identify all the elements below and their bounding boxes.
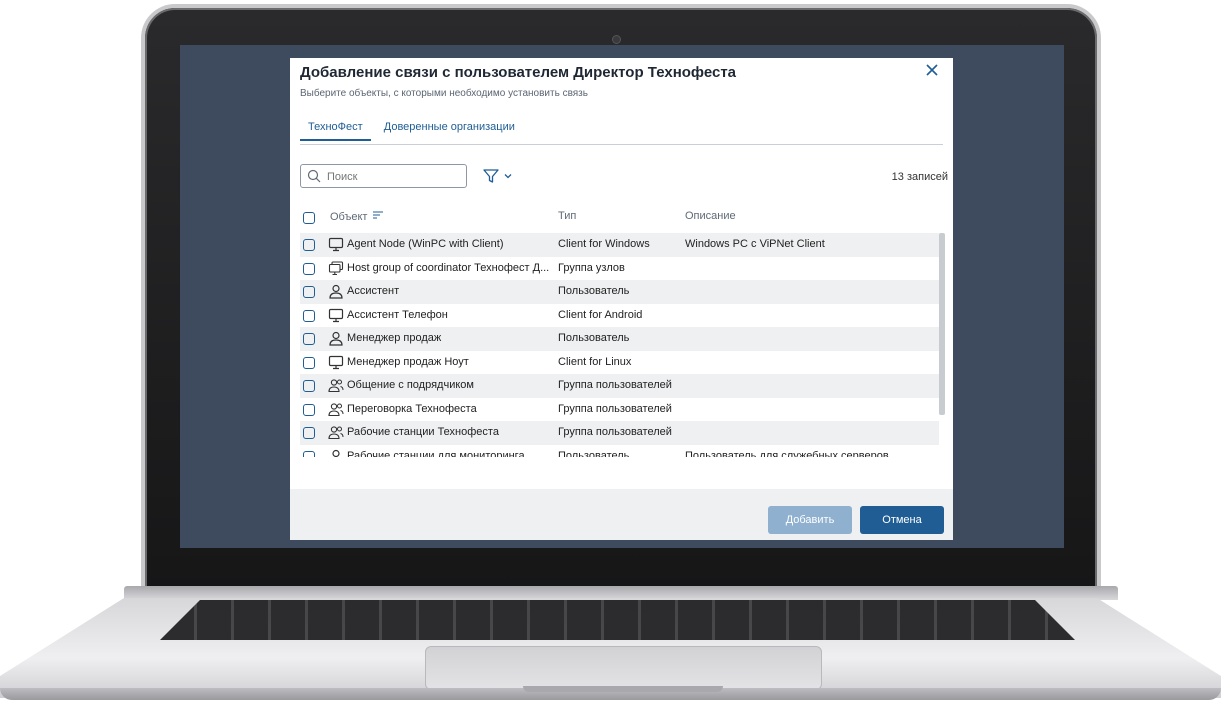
row-checkbox[interactable] <box>303 286 315 298</box>
filter-button[interactable] <box>482 166 516 186</box>
computer-icon <box>328 237 344 252</box>
row-object-name: Общение с подрядчиком <box>347 379 474 391</box>
close-icon <box>926 64 938 76</box>
row-checkbox[interactable] <box>303 380 315 392</box>
row-object-name: Менеджер продаж <box>347 332 442 344</box>
column-type[interactable]: Тип <box>558 210 576 222</box>
camera-dot <box>612 35 621 44</box>
add-link-dialog: Добавление связи с пользователем Директо… <box>290 58 953 540</box>
table-row[interactable]: Рабочие станции Технофеста Группа пользов… <box>300 421 939 445</box>
computer-icon <box>328 308 344 323</box>
row-type: Группа пользователей <box>558 426 672 438</box>
table-row[interactable]: Общение с подрядчиком Группа пользователе… <box>300 374 939 398</box>
row-checkbox[interactable] <box>303 309 315 322</box>
row-description: Windows PC с ViPNet Client <box>685 238 825 250</box>
laptop-notch <box>523 686 723 692</box>
column-description[interactable]: Описание <box>685 210 736 222</box>
row-type: Client for Windows <box>558 238 650 250</box>
column-object-label: Объект <box>330 211 368 223</box>
table-body: Agent Node (WinPC with Client) Client for… <box>300 233 941 457</box>
row-object-name: Ассистент Телефон <box>347 308 448 321</box>
user-icon <box>328 284 344 299</box>
table-row[interactable]: Host group of coordinator Технофест Д...… <box>300 257 939 281</box>
row-checkbox[interactable] <box>303 333 315 345</box>
row-checkbox[interactable] <box>303 403 315 416</box>
tab-technofest[interactable]: ТехноФест <box>300 121 371 141</box>
search-box[interactable] <box>300 164 467 188</box>
row-object-name: Переговорка Технофеста <box>347 402 477 415</box>
row-checkbox[interactable] <box>303 239 315 251</box>
table-row[interactable]: Переговорка Технофеста Группа пользовател… <box>300 398 939 422</box>
row-type: Группа пользователей <box>558 402 672 415</box>
computer-icon <box>328 355 344 370</box>
sort-icon <box>372 211 383 219</box>
search-icon <box>307 169 321 183</box>
tab-trusted-orgs[interactable]: Доверенные организации <box>376 121 523 139</box>
records-count: 13 записей <box>891 171 948 183</box>
select-all-checkbox[interactable] <box>303 212 315 224</box>
host-group-icon <box>328 260 344 276</box>
user-group-icon <box>328 425 344 440</box>
laptop-keyboard <box>160 600 1075 640</box>
table-header: Объект Тип Описание <box>300 210 940 226</box>
dialog-footer: Добавить Отмена <box>290 489 953 540</box>
row-object-name: Ассистент <box>347 285 400 297</box>
filter-icon <box>483 169 499 183</box>
chevron-down-icon <box>504 174 512 179</box>
table-row[interactable]: Рабочие станции для мониторинга Пользоват… <box>300 445 939 458</box>
cancel-button[interactable]: Отмена <box>860 506 944 534</box>
row-type: Client for Android <box>558 308 643 321</box>
row-type: Группа пользователей <box>558 379 672 391</box>
row-checkbox[interactable] <box>303 356 315 369</box>
table-row[interactable]: Agent Node (WinPC with Client) Client for… <box>300 233 939 257</box>
row-checkbox[interactable] <box>303 427 315 439</box>
search-input[interactable] <box>325 168 465 186</box>
dialog-title: Добавление связи с пользователем Директо… <box>300 64 737 81</box>
row-object-name: Рабочие станции для мониторинга <box>347 449 525 458</box>
add-button[interactable]: Добавить <box>768 506 852 534</box>
row-object-name: Agent Node (WinPC with Client) <box>347 238 504 250</box>
user-group-icon <box>328 402 344 417</box>
row-checkbox[interactable] <box>303 262 315 275</box>
tab-bar: ТехноФест Доверенные организации <box>300 121 943 145</box>
row-checkbox[interactable] <box>303 450 315 457</box>
row-type: Пользователь <box>558 332 630 344</box>
table-row[interactable]: Ассистент Телефон Client for Android <box>300 304 939 328</box>
row-object-name: Host group of coordinator Технофест Д... <box>347 261 550 274</box>
table-row[interactable]: Менеджер продаж Ноут Client for Linux <box>300 351 939 375</box>
table-row[interactable]: Ассистент Пользователь <box>300 280 939 304</box>
close-button[interactable] <box>923 61 941 79</box>
laptop-hinge <box>124 586 1118 600</box>
row-object-name: Рабочие станции Технофеста <box>347 426 499 438</box>
row-description: Пользователь для служебных серверов <box>685 449 889 458</box>
user-group-icon <box>328 378 344 393</box>
row-object-name: Менеджер продаж Ноут <box>347 355 469 368</box>
laptop-trackpad <box>425 646 822 690</box>
row-type: Группа узлов <box>558 261 625 274</box>
row-type: Пользователь <box>558 285 630 297</box>
row-type: Client for Linux <box>558 355 632 368</box>
user-icon <box>328 449 344 457</box>
screen: Добавление связи с пользователем Директо… <box>180 45 1064 548</box>
user-icon <box>328 331 344 346</box>
column-object[interactable]: Объект <box>330 210 384 223</box>
row-type: Пользователь <box>558 449 630 458</box>
dialog-subtitle: Выберите объекты, с которыми необходимо … <box>300 88 588 99</box>
table-row[interactable]: Менеджер продаж Пользователь <box>300 327 939 351</box>
scrollbar[interactable] <box>939 233 945 415</box>
